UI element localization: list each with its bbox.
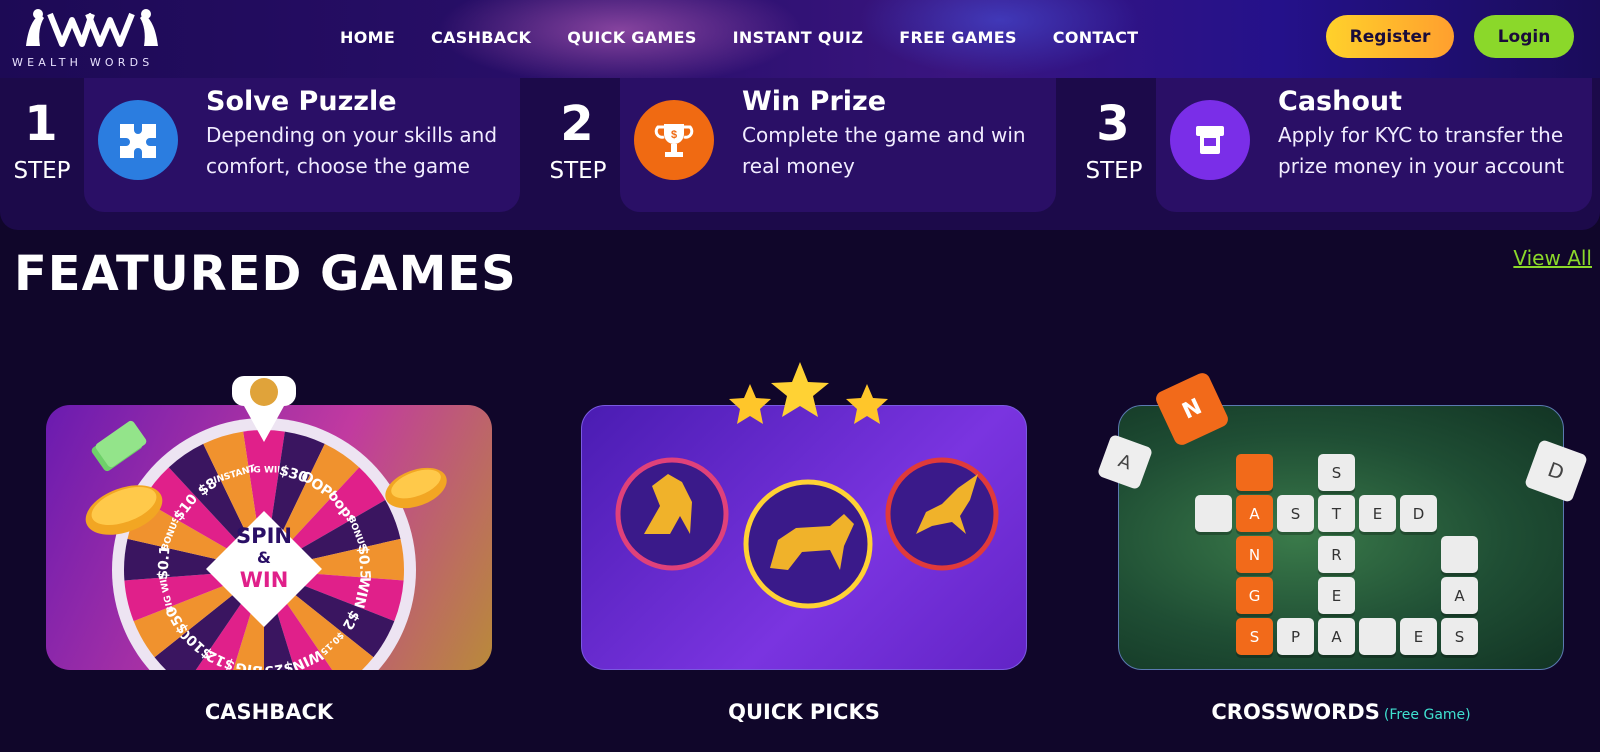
featured-games-title: FEATURED GAMES [14, 246, 517, 302]
wealth-words-logo[interactable]: WEALTH WORDS [12, 6, 162, 70]
register-button[interactable]: Register [1326, 15, 1454, 58]
crossword-tile: P [1277, 618, 1314, 655]
svg-text:$: $ [671, 129, 677, 141]
crossword-tile [1359, 618, 1396, 655]
trophy-icon: $ [634, 100, 714, 180]
ampersand-text: & [257, 548, 271, 567]
nav-home[interactable]: HOME [340, 28, 395, 47]
step-card-cashout: Cashout Apply for KYC to transfer the pr… [1156, 78, 1592, 212]
floating-letter-tile: A [1096, 433, 1154, 491]
quick-picks-illustration [615, 362, 999, 609]
nav-quick-games[interactable]: QUICK GAMES [567, 28, 696, 47]
crossword-tile: R [1318, 536, 1355, 573]
step-label: STEP [13, 158, 71, 184]
step-description: Apply for KYC to transfer the prize mone… [1278, 123, 1565, 178]
view-all-link[interactable]: View All [1513, 246, 1592, 270]
step-description: Depending on your skills and comfort, ch… [206, 123, 498, 178]
top-navbar: WEALTH WORDS HOME CASHBACK QUICK GAMES I… [0, 0, 1600, 78]
game-label-text: CROSSWORDS [1211, 700, 1380, 724]
floating-letter-tile: D [1523, 438, 1589, 504]
crossword-tile: A [1441, 577, 1478, 614]
step-number: 1 [24, 96, 58, 152]
nav-contact[interactable]: CONTACT [1053, 28, 1139, 47]
login-button[interactable]: Login [1474, 15, 1574, 58]
game-label-quick-picks[interactable]: QUICK PICKS [581, 700, 1027, 724]
stars-icon [729, 362, 888, 424]
nav-free-games[interactable]: FREE GAMES [899, 28, 1017, 47]
crossword-tile: E [1400, 618, 1437, 655]
step-label: STEP [1085, 158, 1143, 184]
step-label: STEP [549, 158, 607, 184]
step-number: 2 [560, 96, 594, 152]
main-menu: HOME CASHBACK QUICK GAMES INSTANT QUIZ F… [340, 28, 1174, 47]
logo-crest-icon [26, 9, 158, 47]
crossword-tile [1441, 536, 1478, 573]
step-description: Complete the game and win real money [742, 123, 1026, 178]
step-title: Solve Puzzle [206, 86, 397, 117]
step-title: Win Prize [742, 86, 887, 117]
crossword-tile: D [1400, 495, 1437, 532]
crossword-tile: E [1318, 577, 1355, 614]
atm-icon [1170, 100, 1250, 180]
floating-letter-tile: N [1153, 370, 1231, 448]
spin-wheel-illustration: BIG WIN$30OOPSoopsBONUS$0.5WIN$2$0.15WIN… [85, 376, 447, 670]
crossword-tile: A [1318, 618, 1355, 655]
crossword-tile [1195, 495, 1232, 532]
logo-text: WEALTH WORDS [12, 56, 154, 69]
game-label-crosswords[interactable]: CROSSWORDS (Free Game) [1118, 700, 1564, 724]
crossword-tile: S [1236, 618, 1273, 655]
nav-cashback[interactable]: CASHBACK [431, 28, 531, 47]
spin-win-text: SPIN & WIN [222, 525, 306, 591]
crossword-tile [1236, 454, 1273, 491]
crossword-tile: S [1318, 454, 1355, 491]
nav-instant-quiz[interactable]: INSTANT QUIZ [733, 28, 864, 47]
step-card-solve-puzzle: Solve Puzzle Depending on your skills an… [84, 78, 520, 212]
step-title: Cashout [1278, 86, 1403, 117]
crossword-tile: E [1359, 495, 1396, 532]
game-label-cashback[interactable]: CASHBACK [46, 700, 492, 724]
crossword-tile: A [1236, 495, 1273, 532]
step-number: 3 [1096, 96, 1130, 152]
game-card-cashback[interactable]: BIG WIN $30 OOPS oops BONUS $0.5 WIN $2 $0.15 WIN… [46, 376, 492, 670]
puzzle-icon [98, 100, 178, 180]
win-text: WIN [239, 568, 289, 592]
crossword-tile: S [1277, 495, 1314, 532]
free-game-tag: (Free Game) [1383, 707, 1471, 723]
crossword-tile: S [1441, 618, 1478, 655]
crossword-tile: T [1318, 495, 1355, 532]
crossword-tile: G [1236, 577, 1273, 614]
spin-text: SPIN [236, 524, 292, 548]
step-card-win-prize: $ Win Prize Complete the game and win re… [620, 78, 1056, 212]
game-card-quick-picks[interactable] [581, 362, 1027, 670]
game-card-crosswords[interactable]: SASTEDNRGEASPAES N A D [1096, 370, 1589, 670]
crossword-tile: N [1236, 536, 1273, 573]
